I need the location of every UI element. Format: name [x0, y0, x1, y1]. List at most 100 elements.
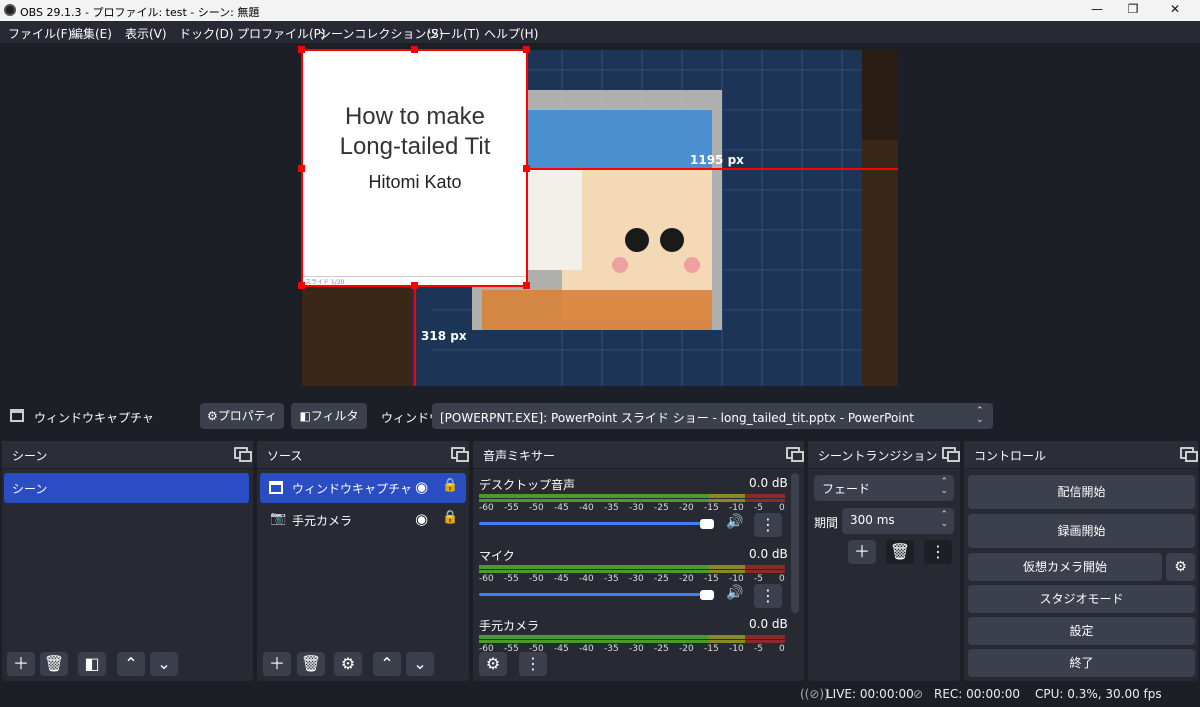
scale-tick-label: -10 — [729, 503, 744, 513]
source-item[interactable]: 📷 手元カメラ ◉ 🔒 — [260, 505, 466, 535]
window-title: OBS 29.1.3 - プロファイル: test - シーン: 無題 — [20, 6, 260, 19]
scale-tick-label: -15 — [704, 574, 719, 584]
eye-icon[interactable]: ◉ — [415, 478, 428, 496]
close-icon[interactable]: ✕ — [1160, 2, 1190, 20]
volume-meter — [479, 570, 785, 573]
menu-profile[interactable]: プロファイル(P) — [237, 25, 326, 42]
scale-tick-label: -15 — [704, 503, 719, 513]
scale-tick-label: -30 — [629, 644, 644, 654]
start-recording-button[interactable]: 録画開始 — [968, 514, 1195, 548]
sources-panel-header: ソース — [257, 441, 469, 469]
menu-help[interactable]: ヘルプ(H) — [484, 25, 538, 42]
menu-scene-collection[interactable]: シーンコレクション(S) — [319, 25, 443, 42]
virtual-camera-settings-icon[interactable]: ⚙ — [1166, 553, 1195, 581]
scale-tick-label: -25 — [654, 644, 669, 654]
move-up-icon[interactable]: ⌃ — [117, 652, 145, 676]
scale-tick-label: -10 — [729, 574, 744, 584]
speaker-icon[interactable]: 🔊 — [726, 514, 743, 530]
volume-slider[interactable] — [479, 593, 714, 596]
volume-meter — [479, 494, 785, 498]
menu-edit[interactable]: 編集(E) — [71, 25, 112, 42]
selection-overlay[interactable] — [0, 43, 1200, 396]
advanced-audio-icon[interactable]: ⚙ — [479, 652, 507, 676]
properties-button[interactable]: ⚙プロパティ — [200, 403, 284, 429]
duration-label: 期間 — [814, 516, 839, 530]
transitions-panel: シーントランジション フェード ⌃ ⌄ 期間 300 ms ⌃ ⌄ ＋ 🗑 ⋮ — [808, 441, 960, 681]
scale-tick-label: -45 — [554, 644, 569, 654]
menu-file[interactable]: ファイル(F) — [8, 25, 72, 42]
channel-db: 0.0 dB — [749, 476, 788, 490]
scrollbar[interactable] — [791, 473, 799, 613]
more-icon[interactable]: ⋮ — [519, 652, 547, 676]
move-down-icon[interactable]: ⌄ — [406, 652, 434, 676]
window-capture-icon — [269, 481, 283, 494]
eye-icon[interactable]: ◉ — [415, 510, 428, 528]
exit-button[interactable]: 終了 — [968, 649, 1195, 677]
undock-icon[interactable] — [786, 447, 804, 462]
volume-slider-handle[interactable] — [700, 590, 714, 600]
rec-icon: ⊘ — [913, 687, 924, 701]
more-icon[interactable]: ⋮ — [924, 540, 952, 564]
duration-input[interactable]: 300 ms ⌃ ⌄ — [842, 508, 954, 534]
menu-tools[interactable]: ツール(T) — [427, 25, 480, 42]
scale-tick-label: -35 — [604, 503, 619, 513]
scale-tick-label: -50 — [529, 644, 544, 654]
filters-button[interactable]: ◧フィルタ — [291, 403, 367, 429]
trash-icon[interactable]: 🗑 — [40, 652, 68, 676]
studio-mode-button[interactable]: スタジオモード — [968, 585, 1195, 613]
volume-slider-handle[interactable] — [700, 519, 714, 529]
status-bar: ((⊘)) LIVE: 00:00:00 ⊘ REC: 00:00:00 CPU… — [0, 683, 1200, 707]
gear-icon: ⚙ — [206, 409, 218, 423]
trash-icon[interactable]: 🗑 — [886, 540, 914, 564]
channel-db: 0.0 dB — [749, 617, 788, 631]
lock-icon[interactable]: 🔒 — [442, 510, 458, 525]
scene-item[interactable]: シーン — [4, 473, 249, 503]
source-properties-icon[interactable]: ⚙ — [334, 652, 362, 676]
scene-filter-icon[interactable]: ◧ — [78, 652, 106, 676]
trash-icon[interactable]: 🗑 — [297, 652, 325, 676]
volume-meter — [479, 499, 785, 502]
settings-button[interactable]: 設定 — [968, 617, 1195, 645]
channel-name: 手元カメラ — [479, 619, 540, 633]
chevron-updown-icon: ⌃ ⌄ — [940, 510, 948, 529]
scale-tick-label: -30 — [629, 503, 644, 513]
start-streaming-button[interactable]: 配信開始 — [968, 475, 1195, 509]
menu-bar: ファイル(F) 編集(E) 表示(V) ドック(D) プロファイル(P) シーン… — [0, 21, 1200, 43]
distance-label-right: 1195 px — [690, 153, 744, 167]
maximize-icon[interactable]: ❐ — [1118, 2, 1148, 20]
undock-icon[interactable] — [942, 447, 960, 462]
obs-logo-icon — [4, 4, 16, 16]
scale-tick-label: -10 — [729, 644, 744, 654]
menu-dock[interactable]: ドック(D) — [179, 25, 234, 42]
volume-slider[interactable] — [479, 522, 714, 525]
chevron-updown-icon: ⌃ ⌄ — [976, 406, 984, 425]
scale-tick-label: -20 — [679, 574, 694, 584]
add-scene-button[interactable]: ＋ — [7, 652, 35, 676]
move-down-icon[interactable]: ⌄ — [150, 652, 178, 676]
more-icon[interactable]: ⋮ — [754, 513, 782, 537]
start-virtual-camera-button[interactable]: 仮想カメラ開始 — [968, 553, 1162, 581]
move-up-icon[interactable]: ⌃ — [373, 652, 401, 676]
undock-icon[interactable] — [1180, 447, 1198, 462]
chevron-updown-icon: ⌃ ⌄ — [940, 477, 948, 496]
transition-select[interactable]: フェード ⌃ ⌄ — [814, 475, 954, 501]
undock-icon[interactable] — [234, 447, 252, 462]
title-bar: OBS 29.1.3 - プロファイル: test - シーン: 無題 — ❐ … — [0, 0, 1200, 21]
channel-name: デスクトップ音声 — [479, 478, 576, 492]
undock-icon[interactable] — [451, 447, 469, 462]
volume-meter — [479, 635, 785, 639]
transitions-header: シーントランジション — [808, 441, 960, 469]
scale-tick-label: -40 — [579, 574, 594, 584]
speaker-icon[interactable]: 🔊 — [726, 585, 743, 601]
menu-view[interactable]: 表示(V) — [125, 25, 167, 42]
minimize-icon[interactable]: — — [1082, 2, 1112, 20]
source-item[interactable]: ウィンドウキャプチャ ◉ 🔒 — [260, 473, 466, 503]
distance-label-bottom: 318 px — [421, 329, 467, 343]
add-transition-button[interactable]: ＋ — [848, 540, 876, 564]
add-source-button[interactable]: ＋ — [263, 652, 291, 676]
scale-tick-label: -15 — [704, 644, 719, 654]
more-icon[interactable]: ⋮ — [754, 584, 782, 608]
lock-icon[interactable]: 🔒 — [442, 478, 458, 493]
window-select[interactable]: [POWERPNT.EXE]: PowerPoint スライド ショー - lo… — [432, 403, 993, 429]
controls-header: コントロール — [964, 441, 1198, 469]
